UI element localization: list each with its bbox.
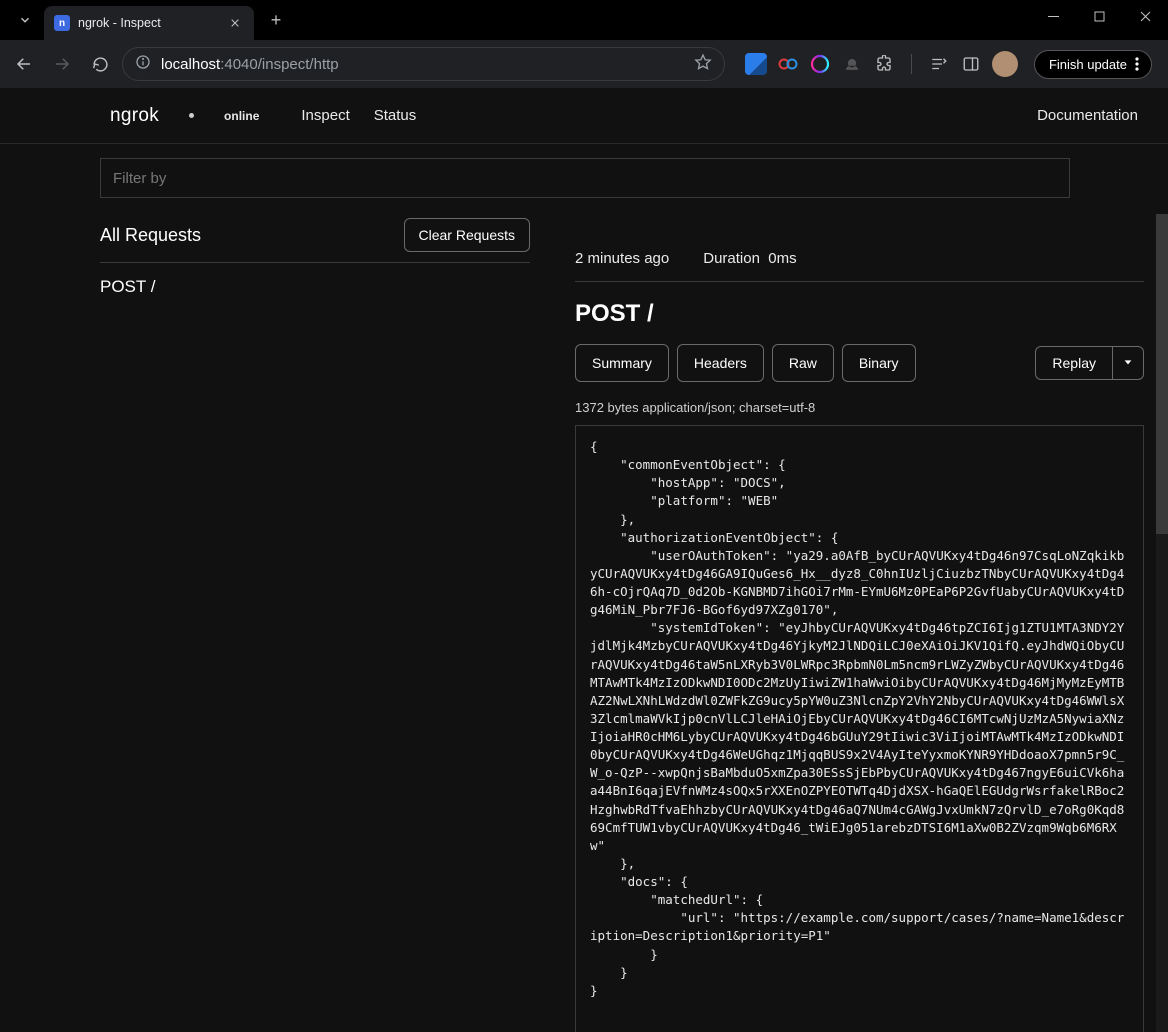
- browser-tab[interactable]: n ngrok - Inspect: [44, 6, 254, 40]
- window-controls: [1030, 0, 1168, 32]
- request-list: POST /: [100, 263, 530, 311]
- tab-title: ngrok - Inspect: [78, 16, 161, 30]
- extension-icon[interactable]: [841, 53, 863, 75]
- scrollbar-track[interactable]: [1156, 214, 1168, 1032]
- nav-status[interactable]: Status: [374, 107, 417, 124]
- new-tab-button[interactable]: +: [262, 6, 290, 34]
- nav-forward-button[interactable]: [46, 48, 78, 80]
- request-title: POST /: [575, 300, 1144, 328]
- browser-toolbar: localhost:4040/inspect/http Finish updat…: [0, 40, 1168, 88]
- all-requests-heading: All Requests: [100, 225, 201, 246]
- content-type-label: 1372 bytes application/json; charset=utf…: [575, 400, 1144, 415]
- request-meta: 2 minutes ago Duration 0ms: [575, 250, 1144, 282]
- kebab-icon: [1135, 57, 1139, 71]
- request-item[interactable]: POST /: [100, 273, 530, 301]
- profile-avatar[interactable]: [992, 51, 1018, 77]
- tab-summary[interactable]: Summary: [575, 344, 669, 382]
- browser-titlebar: n ngrok - Inspect +: [0, 0, 1168, 40]
- replay-menu-button[interactable]: [1113, 346, 1144, 380]
- page: ngrok online Inspect Status Documentatio…: [0, 88, 1168, 1032]
- tab-search-button[interactable]: [10, 5, 40, 35]
- requests-panel: All Requests Clear Requests POST /: [0, 214, 552, 1032]
- duration: Duration 0ms: [703, 250, 796, 267]
- bookmark-star-icon[interactable]: [694, 53, 712, 75]
- scrollbar-thumb[interactable]: [1156, 214, 1168, 534]
- window-maximize-button[interactable]: [1076, 0, 1122, 32]
- tab-raw[interactable]: Raw: [772, 344, 834, 382]
- documentation-link[interactable]: Documentation: [1037, 107, 1138, 124]
- extension-icon[interactable]: [777, 53, 799, 75]
- detail-tabs: Summary Headers Raw Binary Replay: [575, 344, 1144, 382]
- ngrok-header: ngrok online Inspect Status Documentatio…: [0, 88, 1168, 144]
- status-dot-icon: [189, 113, 194, 118]
- extension-icon[interactable]: [809, 53, 831, 75]
- tab-binary[interactable]: Binary: [842, 344, 916, 382]
- side-panel-icon[interactable]: [960, 53, 982, 75]
- filter-input[interactable]: [100, 158, 1070, 198]
- url-text: localhost:4040/inspect/http: [161, 56, 339, 73]
- nav-reload-button[interactable]: [84, 48, 116, 80]
- brand-logo: ngrok: [110, 105, 159, 127]
- address-bar[interactable]: localhost:4040/inspect/http: [122, 47, 725, 81]
- extensions-puzzle-icon[interactable]: [873, 53, 895, 75]
- tab-headers[interactable]: Headers: [677, 344, 764, 382]
- window-minimize-button[interactable]: [1030, 0, 1076, 32]
- finish-update-button[interactable]: Finish update: [1034, 50, 1152, 79]
- window-close-button[interactable]: [1122, 0, 1168, 32]
- favicon-icon: n: [54, 15, 70, 31]
- request-detail-panel: 2 minutes ago Duration 0ms POST / Summar…: [552, 214, 1168, 1032]
- clear-requests-button[interactable]: Clear Requests: [404, 218, 531, 252]
- extension-icons: Finish update: [745, 50, 1152, 79]
- site-info-icon[interactable]: [135, 54, 151, 74]
- tab-close-button[interactable]: [226, 14, 244, 32]
- status-online: online: [224, 109, 259, 123]
- finish-update-label: Finish update: [1049, 57, 1127, 72]
- separator: [911, 54, 912, 74]
- replay-button[interactable]: Replay: [1035, 346, 1113, 380]
- time-ago: 2 minutes ago: [575, 250, 669, 267]
- extension-icon[interactable]: [745, 53, 767, 75]
- nav-inspect[interactable]: Inspect: [301, 107, 349, 124]
- content-split: All Requests Clear Requests POST / 2 min…: [0, 198, 1168, 1032]
- nav-back-button[interactable]: [8, 48, 40, 80]
- reading-list-icon[interactable]: [928, 53, 950, 75]
- payload-body[interactable]: { "commonEventObject": { "hostApp": "DOC…: [575, 425, 1144, 1032]
